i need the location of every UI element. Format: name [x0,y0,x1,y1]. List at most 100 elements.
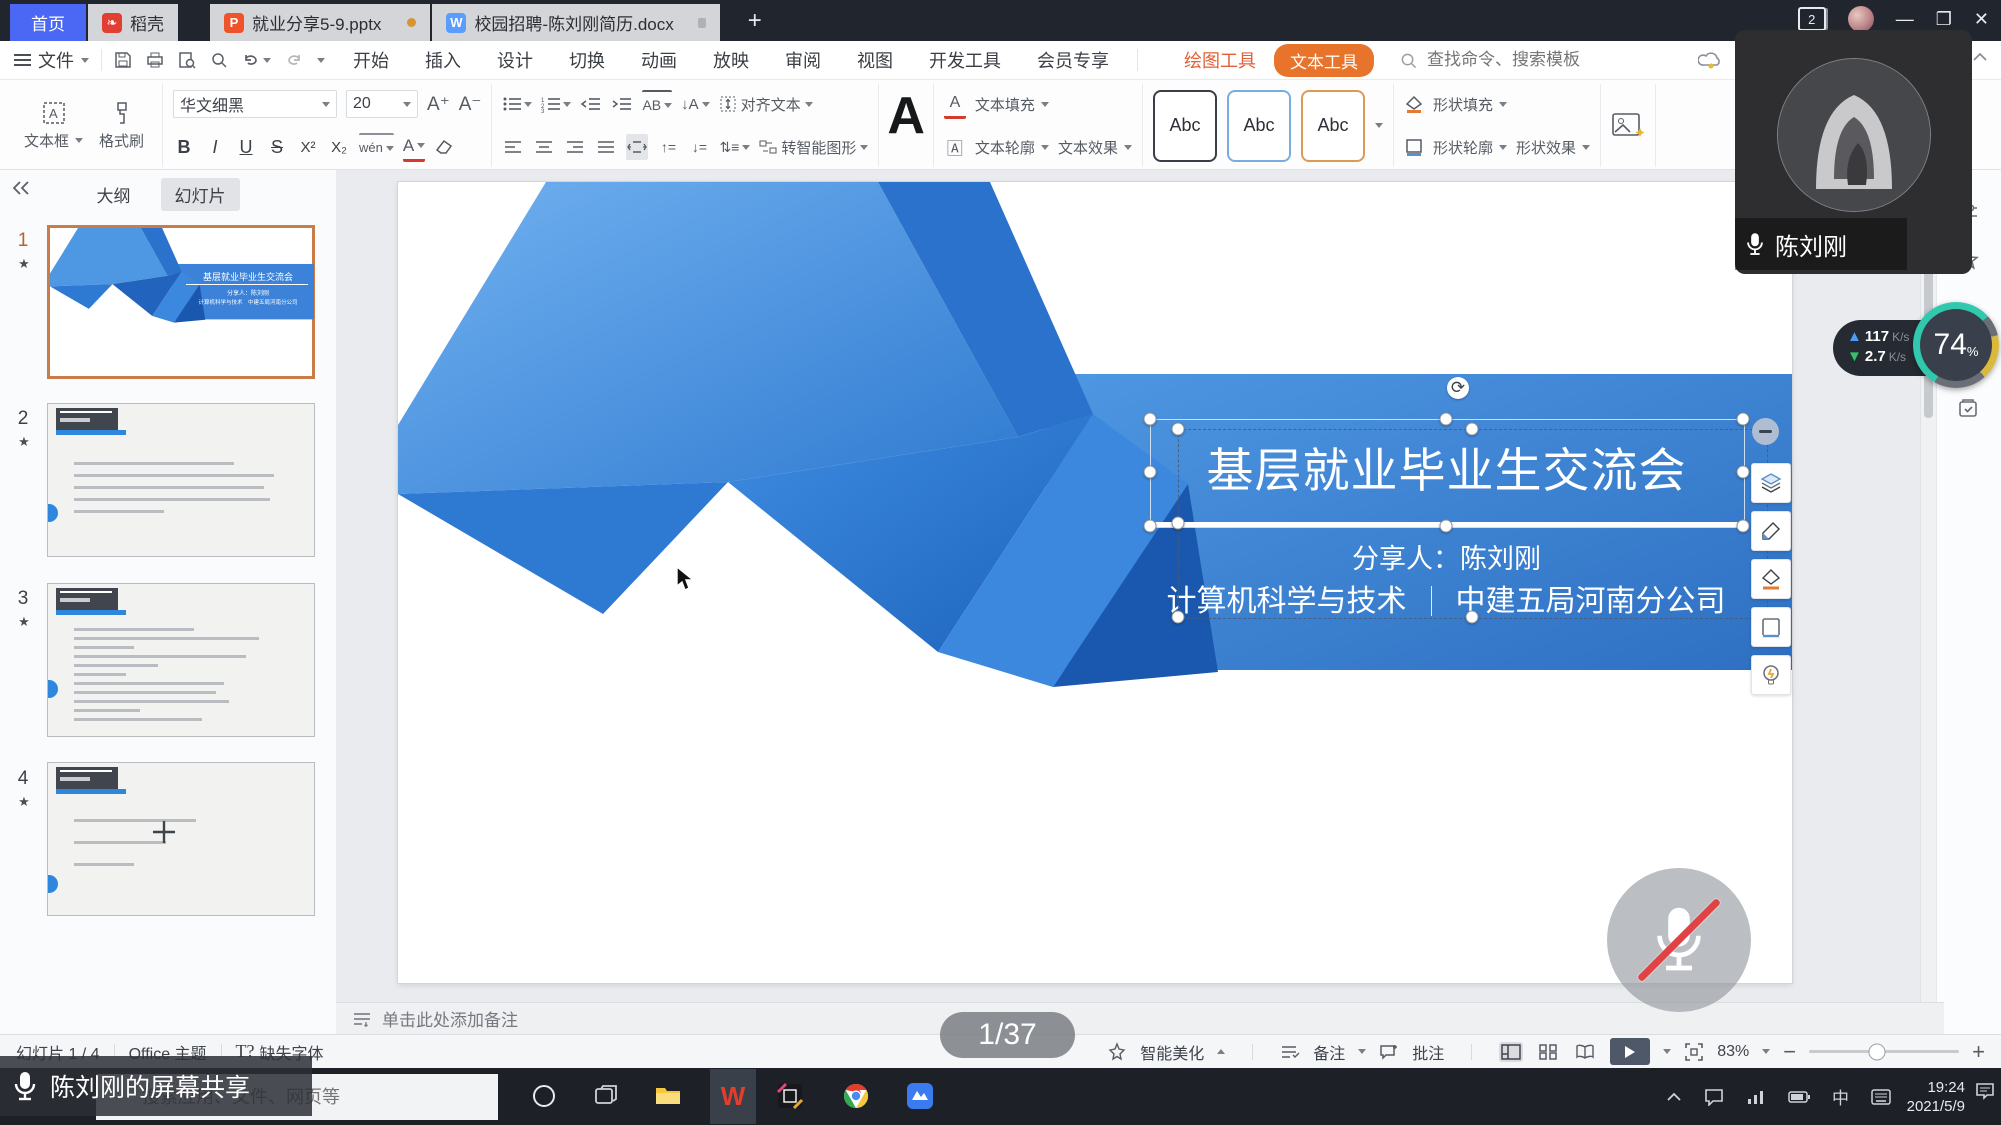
find-icon[interactable] [210,51,228,69]
underline-button[interactable]: U [235,134,257,160]
frame-tool-button[interactable] [1751,607,1791,647]
increase-font-icon[interactable]: A⁺ [427,91,450,117]
tab-doc-document[interactable]: W 校园招聘-陈刘刚简历.docx [432,4,719,41]
bold-button[interactable]: B [173,134,195,160]
menu-item-transition[interactable]: 切换 [567,45,607,75]
decrease-font-icon[interactable]: A⁻ [459,91,482,117]
menu-item-draw-tools[interactable]: 绘图工具 [1184,47,1256,73]
chrome-icon[interactable] [840,1080,872,1112]
resize-handle[interactable] [1440,413,1453,426]
menu-item-membership[interactable]: 会员专享 [1035,45,1111,75]
text-box-button[interactable]: A 文本框 [16,100,91,151]
increase-indent-icon[interactable] [611,91,633,117]
superscript-button[interactable]: X² [297,134,319,160]
quickbar-collapse-icon[interactable] [317,58,325,63]
command-search[interactable] [1400,49,1639,71]
text-direction-button[interactable]: AB [642,90,672,118]
resize-handle[interactable] [1737,413,1750,426]
resize-handle[interactable] [1737,520,1750,533]
decrease-spacing-icon[interactable]: ↓= [688,134,710,160]
chevron-up-icon[interactable] [1972,52,1988,62]
resize-handle[interactable] [1737,466,1750,479]
slide-thumbnail-4[interactable] [47,762,315,916]
shape-outline-button[interactable]: 形状轮廓 [1433,137,1507,158]
message-icon[interactable] [1704,1088,1724,1106]
align-left-icon[interactable] [502,134,524,160]
resize-handle[interactable] [1144,413,1157,426]
redo-icon[interactable] [285,51,303,69]
minimize-button[interactable]: — [1896,10,1914,28]
command-search-input[interactable] [1425,49,1639,71]
resize-handle[interactable] [1440,520,1453,533]
collapse-tools-button[interactable] [1752,418,1779,445]
text-orientation-button[interactable]: ↓A [681,91,710,117]
touch-keyboard-icon[interactable] [1871,1089,1891,1105]
strikethrough-button[interactable]: S [266,134,288,160]
cloud-sync-icon[interactable] [1698,49,1724,69]
menu-item-slideshow[interactable]: 放映 [711,45,751,75]
tray-chevron-icon[interactable] [1666,1092,1682,1102]
menu-item-review[interactable]: 审阅 [783,45,823,75]
comments-button[interactable]: 批注 [1412,1040,1444,1064]
new-tab-button[interactable]: + [740,7,770,41]
font-color-button[interactable]: A [403,133,425,162]
decrease-indent-icon[interactable] [580,91,602,117]
increase-spacing-icon[interactable]: ↑= [657,134,679,160]
menu-item-home[interactable]: 开始 [351,45,391,75]
webcam-overlay[interactable]: 陈刘刚 [1735,30,1972,274]
slide-thumbnail-3[interactable] [47,583,315,737]
selection-box-subtitle[interactable] [1178,429,1768,619]
save-icon[interactable] [114,51,132,69]
cortana-icon[interactable] [528,1080,560,1112]
resize-handle[interactable] [1144,466,1157,479]
resize-handle[interactable] [1172,423,1185,436]
undo-button[interactable] [242,51,271,69]
resize-handle[interactable] [1144,520,1157,533]
shape-style-more-icon[interactable] [1375,123,1383,128]
normal-view-button[interactable] [1499,1042,1523,1062]
shape-style-orange[interactable]: Abc [1301,90,1365,162]
menu-item-animation[interactable]: 动画 [639,45,679,75]
zoom-out-button[interactable]: − [1783,1039,1796,1065]
microphone-muted-button[interactable] [1607,868,1751,1012]
close-button[interactable]: ✕ [1974,10,1989,28]
text-outline-button[interactable]: 文本轮廓 [975,137,1049,158]
align-center-icon[interactable] [533,134,555,160]
file-menu[interactable]: 文件 [14,47,89,73]
zoom-in-button[interactable]: + [1972,1039,1985,1065]
distribute-icon[interactable] [626,134,648,160]
shape-style-black[interactable]: Abc [1153,90,1217,162]
menu-item-insert[interactable]: 插入 [423,45,463,75]
font-size-select[interactable]: 20 [346,90,418,118]
vertical-scrollbar[interactable] [1920,170,1937,1034]
slide-1-editor[interactable]: 基层就业毕业生交流会 分享人：陈刘刚 计算机科学与技术中建五局河南分公司 ⟳ [398,182,1792,983]
print-preview-icon[interactable] [178,51,196,69]
resize-handle[interactable] [1172,517,1185,530]
play-options-icon[interactable] [1663,1049,1671,1054]
pinyin-guide-button[interactable]: wén [359,133,394,161]
task-view-icon[interactable] [590,1080,622,1112]
align-text-button[interactable]: 对齐文本 [719,91,813,117]
shape-fill-button[interactable]: 形状填充 [1433,94,1507,115]
slide-thumbnail-1[interactable]: 基层就业毕业生交流会 分享人：陈刘刚 计算机科学与技术 中建五局河南分公司 [47,225,315,379]
ide-icon[interactable] [774,1080,806,1112]
tab-outline[interactable]: 大纲 [97,182,131,207]
slide-thumbnail-2[interactable] [47,403,315,557]
action-center-icon[interactable] [1975,1082,1995,1100]
tab-docer[interactable]: ❧ 稻壳 [88,4,178,41]
resize-handle[interactable] [1172,611,1185,624]
window-count-badge[interactable]: 2 [1798,7,1826,31]
restore-button[interactable]: ❐ [1936,10,1952,28]
menu-item-view[interactable]: 视图 [855,45,895,75]
wordart-style-black[interactable]: A [887,88,925,144]
slideshow-play-button[interactable] [1610,1038,1650,1065]
new-slide-button[interactable] [150,818,178,846]
file-explorer-icon[interactable] [652,1080,684,1112]
reading-view-button[interactable] [1573,1042,1597,1062]
zoom-slider[interactable] [1809,1050,1959,1053]
bullet-list-button[interactable] [502,91,532,117]
shape-effects-button[interactable]: 形状效果 [1516,137,1590,158]
tips-button[interactable] [1751,655,1791,695]
resize-handle[interactable] [1466,611,1479,624]
task-checklist-icon[interactable] [1956,396,1980,420]
